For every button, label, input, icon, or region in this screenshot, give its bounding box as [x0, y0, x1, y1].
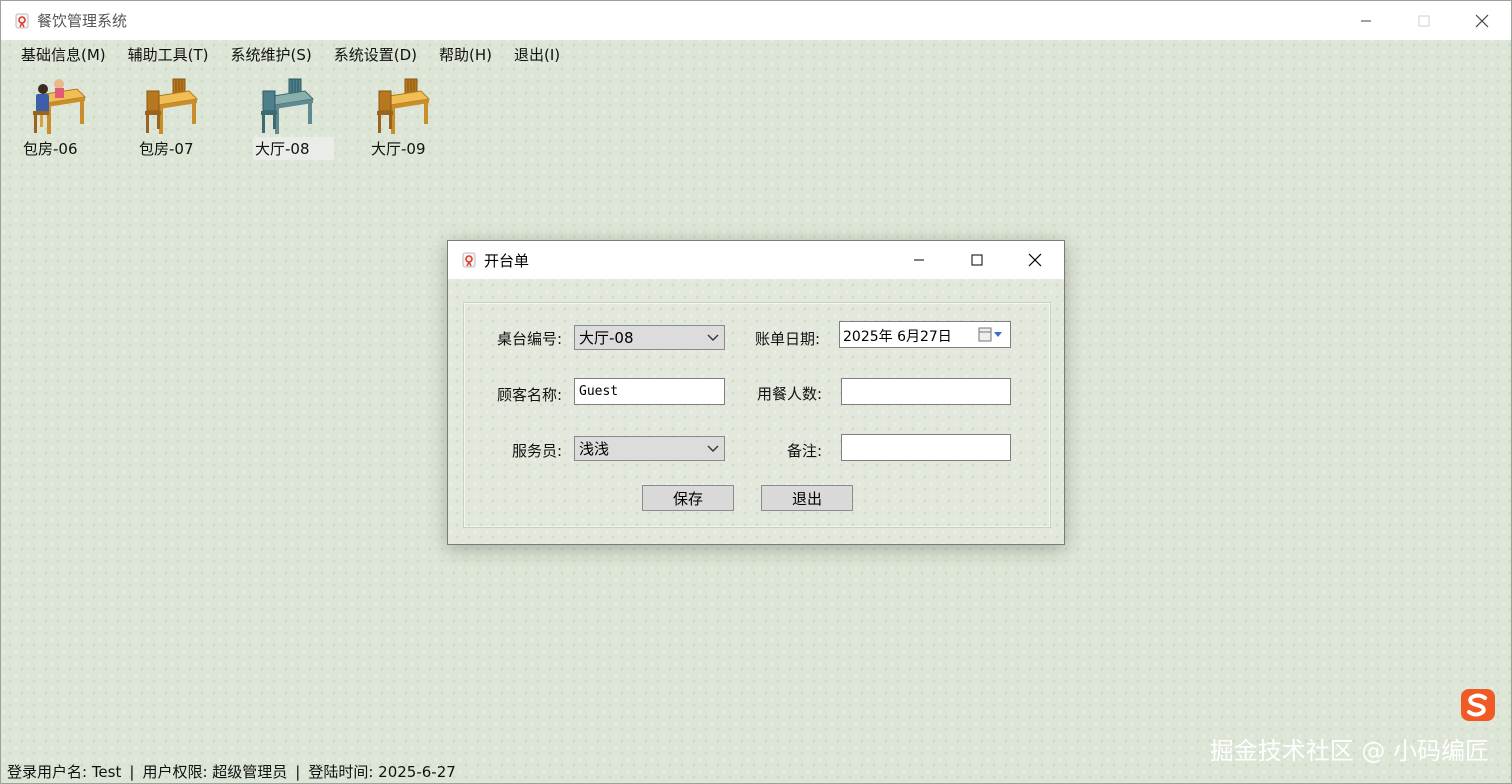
waiter-label: 服务员:: [511, 442, 562, 460]
chevron-down-icon: [707, 334, 719, 341]
menu-help[interactable]: 帮助(H): [428, 40, 503, 70]
close-button[interactable]: [1453, 1, 1511, 40]
table-tile-08[interactable]: 大厅-08: [233, 73, 349, 161]
app-icon: [15, 13, 29, 28]
status-login-time: 登陆时间: 2025-6-27: [308, 763, 456, 781]
dialog-title-bar: 开台单: [448, 241, 1064, 279]
minimize-button[interactable]: [1337, 1, 1395, 40]
table-icon: [377, 78, 431, 134]
maximize-button[interactable]: [1395, 1, 1453, 40]
status-user: 登录用户名: Test: [7, 763, 122, 781]
table-no-value: 大厅-08: [579, 329, 634, 347]
customer-name-input[interactable]: [574, 378, 725, 405]
status-separator: |: [295, 762, 301, 781]
table-label: 大厅-09: [371, 140, 426, 158]
close-icon: [1475, 14, 1489, 27]
save-button[interactable]: 保存: [642, 485, 734, 511]
remark-input[interactable]: [841, 434, 1011, 461]
waiter-value: 浅浅: [579, 440, 610, 458]
main-window: 餐饮管理系统 基础信息(M) 辅助工具(T) 系统维护(S) 系统设置(D) 帮…: [0, 0, 1512, 784]
menu-settings[interactable]: 系统设置(D): [323, 40, 428, 70]
table-no-label: 桌台编号:: [496, 330, 562, 348]
maximize-icon: [1418, 15, 1430, 26]
calendar-dropdown-icon[interactable]: [977, 326, 1007, 343]
status-separator: |: [129, 762, 135, 781]
table-icon: [261, 78, 315, 134]
menu-exit[interactable]: 退出(I): [503, 40, 571, 70]
status-role: 用户权限: 超级管理员: [142, 763, 288, 781]
diners-count-input[interactable]: [841, 378, 1011, 405]
menu-tools[interactable]: 辅助工具(T): [117, 40, 220, 70]
open-table-dialog: 开台单 桌台编号: 大厅-08 账单日期: 2025年 6月27日 顾客名称: …: [447, 240, 1065, 545]
bill-date-label: 账单日期:: [754, 330, 820, 348]
occupied-table-icon: [33, 79, 87, 134]
bill-date-value: 2025年 6月27日: [843, 329, 952, 345]
minimize-icon: [914, 259, 924, 261]
maximize-icon: [971, 254, 983, 266]
dialog-title: 开台单: [484, 251, 530, 270]
table-list: 包房-06 包房-07 大厅-08 大厅-09: [1, 73, 465, 163]
title-bar: 餐饮管理系统: [1, 1, 1511, 40]
dialog-minimize-button[interactable]: [890, 241, 948, 279]
table-label: 大厅-08: [253, 137, 334, 160]
minimize-icon: [1361, 20, 1371, 21]
diners-label: 用餐人数:: [756, 385, 822, 403]
app-icon: [462, 252, 476, 268]
chevron-down-icon: [707, 445, 719, 452]
dialog-close-button[interactable]: [1006, 241, 1064, 279]
close-icon: [1028, 253, 1042, 267]
waiter-select[interactable]: 浅浅: [574, 436, 725, 461]
table-tile-09[interactable]: 大厅-09: [349, 73, 465, 161]
exit-button[interactable]: 退出: [761, 485, 853, 511]
table-no-select[interactable]: 大厅-08: [574, 325, 725, 350]
watermark-text: 掘金技术社区 @ 小码编匠: [1209, 737, 1489, 765]
table-label: 包房-06: [23, 140, 78, 158]
menu-basic-info[interactable]: 基础信息(M): [10, 40, 117, 70]
customer-label: 顾客名称:: [496, 386, 562, 404]
table-tile-07[interactable]: 包房-07: [117, 73, 233, 161]
remark-label: 备注:: [786, 442, 822, 460]
menu-bar: 基础信息(M) 辅助工具(T) 系统维护(S) 系统设置(D) 帮助(H) 退出…: [1, 40, 1511, 70]
dialog-maximize-button[interactable]: [948, 241, 1006, 279]
app-title: 餐饮管理系统: [37, 12, 128, 30]
sogou-ime-icon[interactable]: [1459, 687, 1501, 723]
table-icon: [145, 78, 199, 134]
bill-date-picker[interactable]: 2025年 6月27日: [839, 321, 1011, 348]
menu-maintenance[interactable]: 系统维护(S): [220, 40, 323, 70]
table-label: 包房-07: [139, 140, 194, 158]
table-tile-06[interactable]: 包房-06: [1, 73, 117, 161]
